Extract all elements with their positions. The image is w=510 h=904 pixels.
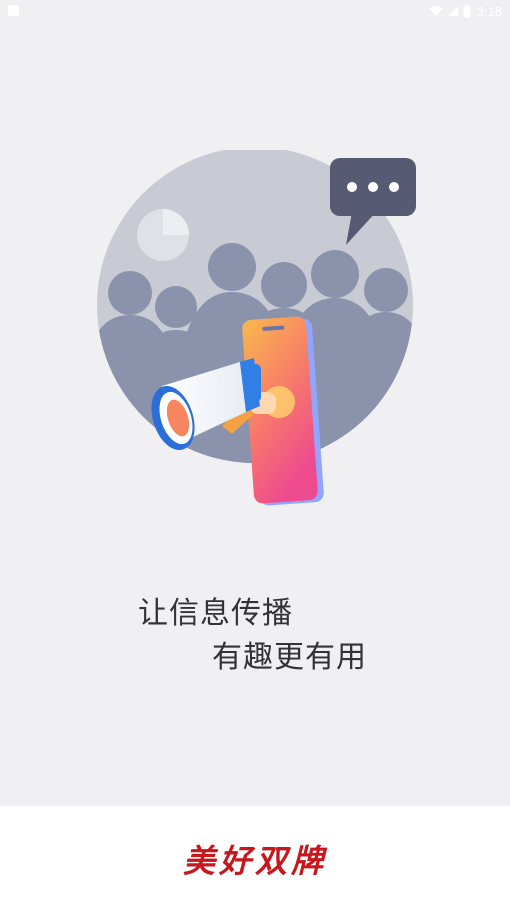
slogan-line-1: 让信息传播 [138,596,293,631]
brand-logo: 美好双牌 [182,842,327,880]
pie-chart-icon [137,209,189,261]
splash-screen: 让信息传播 有趣更有用 [0,0,510,806]
megaphone-phone-crowd-illustration [97,150,416,506]
slogan-line-2: 有趣更有用 [212,640,367,675]
footer: 美好双牌 [0,806,510,904]
